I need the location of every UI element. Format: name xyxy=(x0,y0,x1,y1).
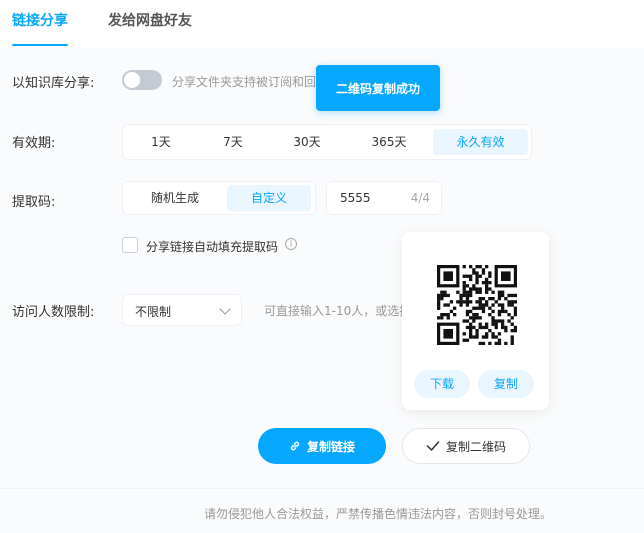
active-tab-indicator xyxy=(12,44,68,46)
extract-code-random-option[interactable]: 随机生成 xyxy=(131,185,219,211)
copy-link-label: 复制链接 xyxy=(306,439,355,454)
validity-label: 有效期: xyxy=(12,136,56,151)
qr-code-card: 下载 复制 xyxy=(402,232,549,410)
toggle-knob xyxy=(124,72,140,88)
validity-option-permanent[interactable]: 永久有效 xyxy=(433,129,528,155)
extract-code-input[interactable]: 5555 4/4 xyxy=(326,181,442,215)
extract-code-custom-option[interactable]: 自定义 xyxy=(227,185,311,211)
validity-option-1d[interactable]: 1天 xyxy=(131,129,191,155)
autofill-code-checkbox[interactable] xyxy=(122,237,138,253)
copy-qr-button[interactable]: 复制二维码 xyxy=(402,428,530,464)
knowledge-share-hint: 分享文件夹支持被订阅和回 xyxy=(172,75,317,89)
tab-send-to-friends[interactable]: 发给网盘好友 xyxy=(108,10,192,30)
link-icon xyxy=(289,440,301,452)
extract-code-char-count: 4/4 xyxy=(410,191,430,205)
copy-link-button[interactable]: 复制链接 xyxy=(258,428,386,464)
tab-bar: 链接分享 发给网盘好友 xyxy=(0,0,644,48)
qr-code-image xyxy=(437,265,518,346)
footer-notice: 请勿侵犯他人合法权益，严禁传播色情违法内容，否则封号处理。 xyxy=(204,507,553,521)
info-circle-icon[interactable]: i xyxy=(285,238,297,250)
copy-success-toast: 二维码复制成功 xyxy=(316,65,440,111)
knowledge-share-toggle[interactable] xyxy=(122,70,162,90)
validity-selector: 1天 7天 30天 365天 永久有效 xyxy=(122,124,532,160)
tab-link-share[interactable]: 链接分享 xyxy=(12,10,68,30)
extract-code-label: 提取码: xyxy=(12,195,56,210)
validity-option-30d[interactable]: 30天 xyxy=(276,129,338,155)
validity-option-7d[interactable]: 7天 xyxy=(203,129,263,155)
visitor-limit-hint: 可直接输入1-10人，或选择 xyxy=(264,304,412,318)
visitor-limit-select[interactable]: 不限制 xyxy=(122,294,242,326)
extract-code-value: 5555 xyxy=(340,191,371,205)
toast-text: 二维码复制成功 xyxy=(335,81,420,96)
knowledge-share-label: 以知识库分享: xyxy=(12,76,95,91)
visitor-limit-value: 不限制 xyxy=(135,305,172,319)
footer-divider xyxy=(0,488,644,489)
extract-code-mode-selector: 随机生成 自定义 xyxy=(122,181,316,215)
chevron-down-icon xyxy=(219,303,231,315)
qr-download-button[interactable]: 下载 xyxy=(414,370,470,398)
copy-qr-label: 复制二维码 xyxy=(445,439,506,454)
check-icon xyxy=(426,440,440,452)
qr-code-graphic xyxy=(437,265,518,346)
validity-option-365d[interactable]: 365天 xyxy=(355,129,423,155)
visitor-limit-label: 访问人数限制: xyxy=(12,305,95,320)
qr-copy-button[interactable]: 复制 xyxy=(478,370,534,398)
autofill-code-label[interactable]: 分享链接自动填充提取码 xyxy=(146,238,278,255)
